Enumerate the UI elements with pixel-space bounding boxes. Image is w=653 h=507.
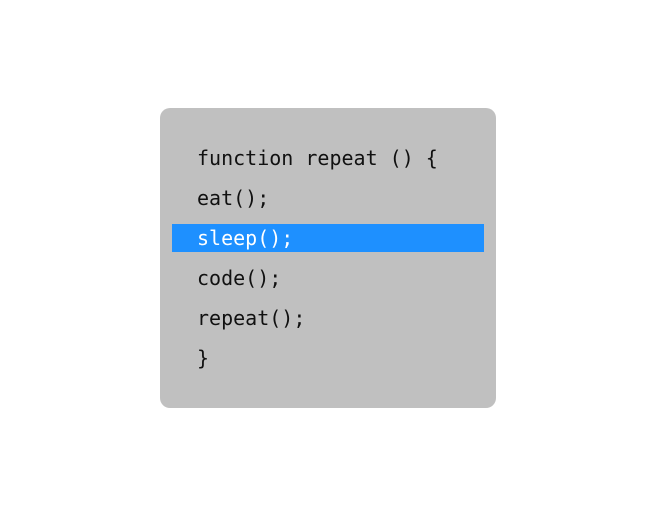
code-line-function-header[interactable]: function repeat () {	[172, 144, 484, 172]
code-line-sleep-highlighted[interactable]: sleep();	[172, 224, 484, 252]
code-line-eat[interactable]: eat();	[172, 184, 484, 212]
code-line-code[interactable]: code();	[172, 264, 484, 292]
code-line-repeat[interactable]: repeat();	[172, 304, 484, 332]
code-block: function repeat () { eat(); sleep(); cod…	[160, 108, 496, 408]
code-line-closing-brace[interactable]: }	[172, 344, 484, 372]
